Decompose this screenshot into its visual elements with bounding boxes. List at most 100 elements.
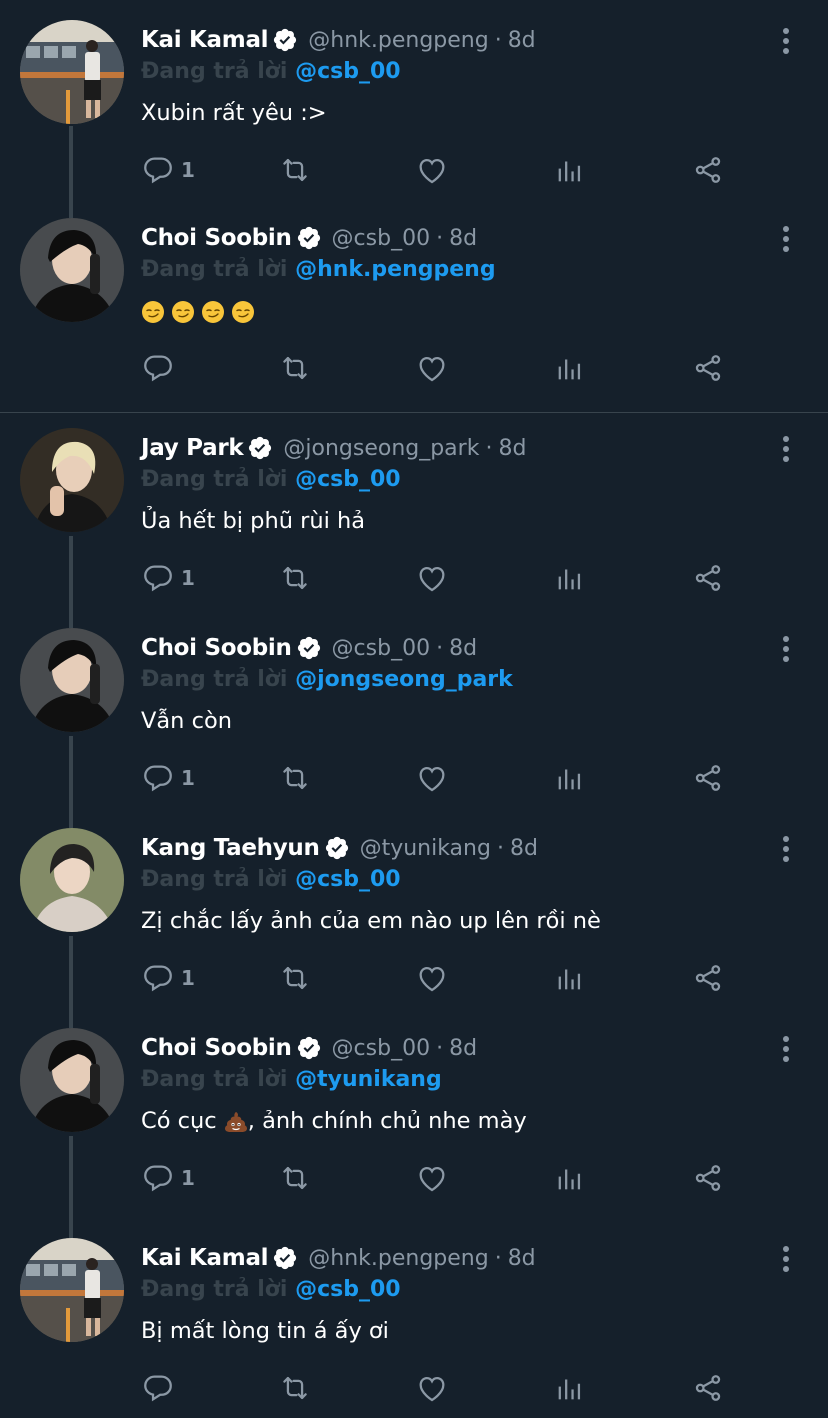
analytics-button[interactable] [553,758,587,798]
share-button[interactable] [691,348,725,388]
retweet-button[interactable] [278,958,312,998]
avatar[interactable] [20,1238,124,1342]
user-handle[interactable]: @tyunikang [360,836,491,861]
reply-button[interactable]: 1 [141,758,195,798]
replying-to-handle[interactable]: @hnk.pengpeng [295,257,495,282]
share-button[interactable] [691,558,725,598]
share-button[interactable] [691,150,725,190]
retweet-button[interactable] [278,1158,312,1198]
reply-button[interactable]: 1 [141,558,195,598]
replying-to-handle[interactable]: @csb_00 [295,467,401,492]
analytics-button[interactable] [553,558,587,598]
analytics-button[interactable] [553,1368,587,1408]
display-name[interactable]: Choi Soobin [141,225,292,251]
like-button[interactable] [415,1368,449,1408]
like-button[interactable] [415,958,449,998]
tweet-body [141,294,261,328]
display-name[interactable]: Choi Soobin [141,1035,292,1061]
more-vertical-icon[interactable] [772,434,800,464]
more-vertical-icon[interactable] [772,224,800,254]
tweet-text: Zị chắc lấy ảnh của em nào up lên rồi nè [141,908,601,934]
replying-to-label: Đang trả lời [141,1277,288,1302]
tweet[interactable]: Kai Kamal @hnk.pengpeng · 8d Đang trả lờ… [0,0,828,200]
analytics-button[interactable] [553,348,587,388]
retweet-button[interactable] [278,348,312,388]
reply-icon [141,1371,175,1405]
tweet[interactable]: Kai Kamal @hnk.pengpeng · 8d Đang trả lờ… [0,1218,828,1418]
like-button[interactable] [415,1158,449,1198]
tweet-actions [141,348,741,388]
share-button[interactable] [691,758,725,798]
analytics-button[interactable] [553,1158,587,1198]
share-button[interactable] [691,1368,725,1408]
avatar[interactable] [20,828,124,932]
like-icon [415,351,449,385]
reply-icon [141,351,175,385]
tweet[interactable]: Kang Taehyun @tyunikang · 8d Đang trả lờ… [0,808,828,1008]
tweet[interactable]: Choi Soobin @csb_00 · 8d Đang trả lời @j… [0,608,828,808]
retweet-button[interactable] [278,558,312,598]
analytics-icon [553,351,587,385]
tweet[interactable]: Jay Park @jongseong_park · 8d Đang trả l… [0,408,828,608]
display-name[interactable]: Kai Kamal [141,1245,269,1271]
share-button[interactable] [691,958,725,998]
share-button[interactable] [691,1158,725,1198]
timestamp[interactable]: 8d [508,28,536,53]
replying-to-handle[interactable]: @tyunikang [295,1067,442,1092]
retweet-button[interactable] [278,758,312,798]
more-vertical-icon[interactable] [772,834,800,864]
timestamp[interactable]: 8d [498,436,526,461]
user-handle[interactable]: @jongseong_park [283,436,479,461]
more-vertical-icon[interactable] [772,634,800,664]
retweet-icon [278,351,312,385]
tweet[interactable]: Choi Soobin @csb_00 · 8d Đang trả lời @h… [0,198,828,398]
retweet-button[interactable] [278,1368,312,1408]
analytics-button[interactable] [553,958,587,998]
user-handle[interactable]: @hnk.pengpeng [308,28,488,53]
avatar[interactable] [20,1028,124,1132]
reply-button[interactable] [141,348,181,388]
timestamp[interactable]: 8d [510,836,538,861]
reply-button[interactable]: 1 [141,150,195,190]
user-handle[interactable]: @csb_00 [332,226,431,251]
user-handle[interactable]: @csb_00 [332,1036,431,1061]
reply-button[interactable] [141,1368,181,1408]
retweet-button[interactable] [278,150,312,190]
reply-button[interactable]: 1 [141,1158,195,1198]
analytics-button[interactable] [553,150,587,190]
more-vertical-icon[interactable] [772,26,800,56]
tweet-actions: 1 [141,150,741,190]
more-vertical-icon[interactable] [772,1034,800,1064]
user-handle[interactable]: @hnk.pengpeng [308,1246,488,1271]
like-button[interactable] [415,150,449,190]
like-button[interactable] [415,558,449,598]
avatar[interactable] [20,218,124,322]
display-name[interactable]: Choi Soobin [141,635,292,661]
avatar[interactable] [20,428,124,532]
replying-to-handle[interactable]: @csb_00 [295,1277,401,1302]
timestamp[interactable]: 8d [449,636,477,661]
share-icon [691,351,725,385]
tweet-text: Ủa hết bị phũ rùi hả [141,508,366,534]
avatar[interactable] [20,20,124,124]
like-button[interactable] [415,758,449,798]
replying-to-handle[interactable]: @csb_00 [295,59,401,84]
user-handle[interactable]: @csb_00 [332,636,431,661]
more-vertical-icon[interactable] [772,1244,800,1274]
replying-to-handle[interactable]: @csb_00 [295,867,401,892]
timestamp[interactable]: 8d [508,1246,536,1271]
share-icon [691,1161,725,1195]
tweet[interactable]: Choi Soobin @csb_00 · 8d Đang trả lời @t… [0,1008,828,1208]
reply-button[interactable]: 1 [141,958,195,998]
display-name[interactable]: Kang Taehyun [141,835,320,861]
timestamp[interactable]: 8d [449,226,477,251]
like-button[interactable] [415,348,449,388]
replying-to-handle[interactable]: @jongseong_park [295,667,513,692]
verified-badge-icon [296,1035,322,1061]
avatar[interactable] [20,628,124,732]
display-name[interactable]: Kai Kamal [141,27,269,53]
timestamp[interactable]: 8d [449,1036,477,1061]
tweet-text-before: Có cục [141,1108,217,1134]
tweet-text: Bị mất lòng tin á ấy ơi [141,1318,389,1344]
display-name[interactable]: Jay Park [141,435,244,461]
